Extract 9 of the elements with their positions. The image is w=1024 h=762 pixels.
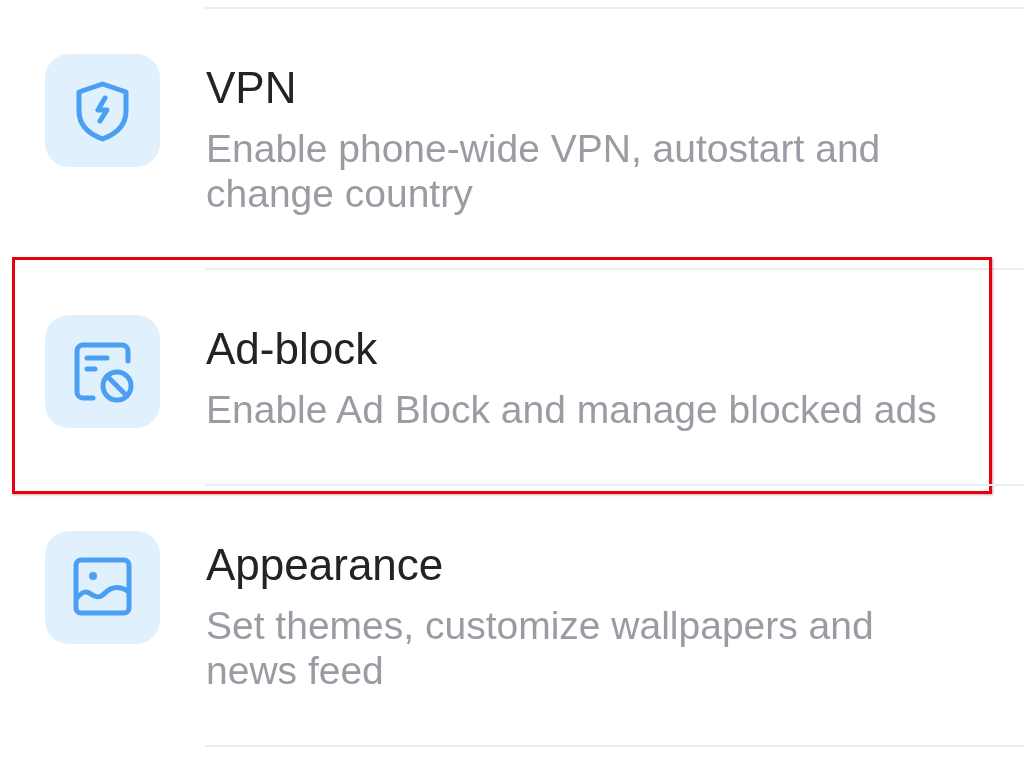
image-icon <box>45 531 160 644</box>
setting-title: Ad-block <box>206 323 379 375</box>
setting-description: Enable phone-wide VPN, autostart and change country <box>206 126 882 216</box>
document-blocked-icon <box>45 315 160 428</box>
setting-title: Appearance <box>206 539 445 591</box>
shield-bolt-icon <box>45 54 160 167</box>
setting-description: Set themes, customize wallpapers and news feed <box>206 603 875 693</box>
setting-title: VPN <box>206 62 298 114</box>
setting-description: Enable Ad Block and manage blocked ads <box>206 387 938 432</box>
